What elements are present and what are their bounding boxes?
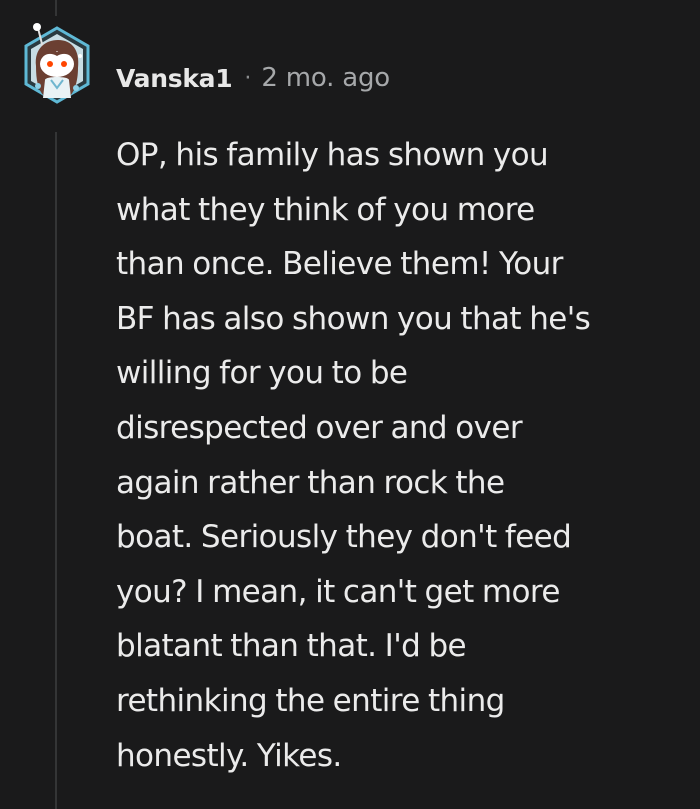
snoo-avatar-icon	[24, 23, 90, 104]
comment-line: blatant than that. I'd be	[116, 628, 467, 665]
user-avatar[interactable]	[20, 22, 94, 108]
comment-line: honestly. Yikes.	[116, 737, 342, 774]
thread-collapse-line[interactable]	[55, 132, 57, 809]
username-link[interactable]: Vanska1	[116, 64, 233, 93]
timestamp[interactable]: 2 mo. ago	[261, 63, 390, 93]
comment-line: you? I mean, it can't get more	[116, 573, 560, 610]
comment-line: BF has also shown you that he's	[116, 300, 591, 337]
comment-line: boat. Seriously they don't feed	[116, 519, 572, 556]
meta-separator: ·	[244, 65, 252, 91]
comment-line: disrespected over and over	[116, 409, 523, 446]
comment-line: again rather than rock the	[116, 464, 505, 501]
comment-body: OP, his family has shown you what they t…	[116, 128, 691, 783]
comment-line: than once. Believe them! Your	[116, 246, 563, 283]
thread-line-top	[55, 0, 57, 16]
comment-line: rethinking the entire thing	[116, 682, 505, 719]
comment-line: OP, his family has shown you	[116, 137, 549, 173]
comment-line: what they think of you more	[116, 191, 535, 228]
comment-meta: Vanska1 · 2 mo. ago	[116, 58, 390, 98]
comment-line: willing for you to be	[116, 355, 408, 392]
